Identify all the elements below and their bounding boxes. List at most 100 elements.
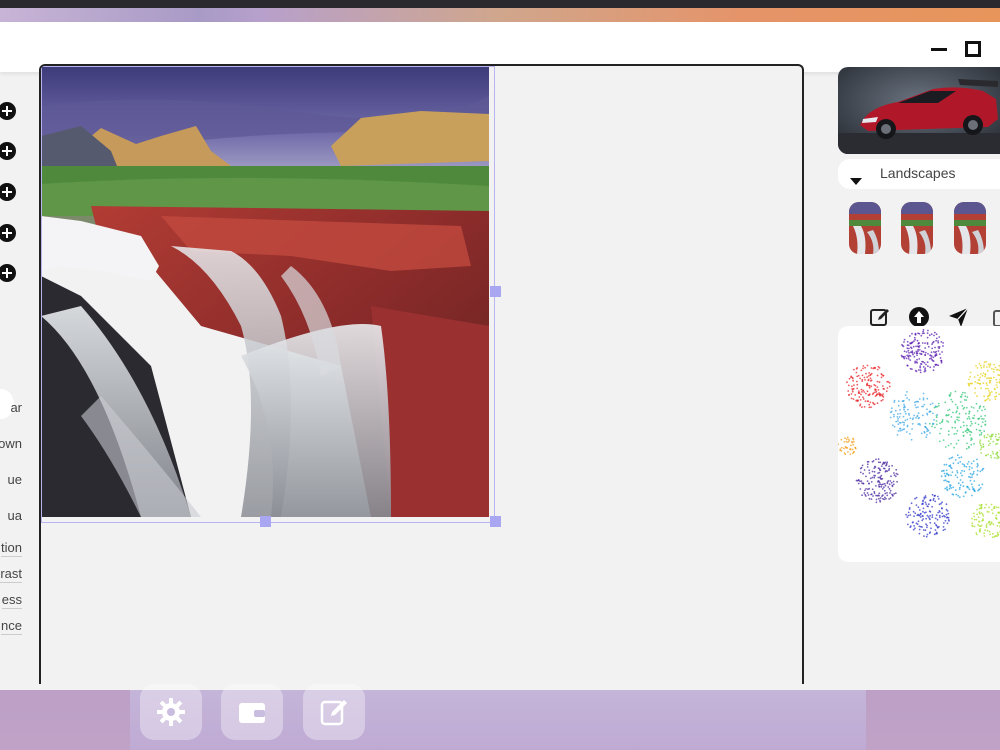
scatter-point	[853, 368, 855, 371]
scatter-point	[867, 400, 870, 403]
scatter-point	[969, 434, 972, 436]
right-panel: Landscapes	[838, 64, 1000, 684]
scatter-point	[863, 376, 866, 379]
scatter-point	[922, 515, 924, 517]
scatter-point	[980, 446, 983, 449]
scatter-point	[888, 382, 891, 384]
scatter-point	[846, 447, 849, 449]
scatter-point	[947, 421, 950, 423]
scatter-point	[866, 463, 869, 466]
scatter-point	[930, 333, 933, 336]
scatter-point	[978, 434, 981, 436]
resize-handle-bottom[interactable]	[260, 516, 271, 527]
scatter-point	[951, 426, 954, 429]
scatter-point	[860, 480, 863, 482]
add-icon[interactable]	[0, 183, 16, 201]
adjustment-label[interactable]: ar	[10, 400, 22, 415]
scatter-point	[890, 410, 893, 413]
scatter-point	[983, 366, 985, 368]
scatter-point	[995, 395, 998, 398]
scatter-point	[935, 514, 938, 516]
scatter-point	[978, 362, 981, 365]
scatter-point	[956, 418, 959, 421]
scatter-point	[877, 461, 880, 464]
scatter-point	[935, 339, 937, 342]
scatter-point	[856, 387, 859, 390]
waterfall-photo[interactable]	[41, 66, 489, 517]
scatter-point	[976, 367, 979, 369]
scatter-point	[858, 390, 860, 392]
scatter-point	[959, 426, 962, 429]
scatter-point	[928, 334, 931, 337]
style-thumbnail[interactable]	[838, 67, 1000, 154]
scatter-point	[866, 460, 869, 463]
scatter-point	[885, 469, 887, 472]
edit-icon[interactable]	[869, 306, 891, 328]
scatter-point	[922, 398, 925, 401]
minimize-button[interactable]	[928, 38, 950, 60]
variation-thumbnail[interactable]	[954, 202, 986, 254]
wallet-button[interactable]	[221, 684, 283, 740]
scatter-point	[984, 373, 987, 376]
scatter-point	[943, 472, 946, 475]
scatter-point	[906, 516, 909, 518]
scatter-point	[918, 358, 921, 360]
resize-handle-corner[interactable]	[490, 516, 501, 527]
send-icon[interactable]	[947, 306, 969, 328]
add-icon[interactable]	[0, 102, 16, 120]
scatter-point	[844, 445, 847, 448]
variation-thumbnail[interactable]	[849, 202, 881, 254]
scatter-point	[979, 487, 982, 489]
editor-canvas[interactable]	[39, 64, 804, 684]
scatter-point	[923, 430, 926, 433]
scatter-point	[959, 472, 962, 474]
scatter-point	[881, 463, 884, 466]
adjustment-label[interactable]: nce	[1, 618, 22, 635]
scatter-point	[875, 485, 877, 487]
scatter-point	[935, 333, 938, 336]
scatter-point	[882, 374, 885, 377]
scatter-point	[919, 516, 922, 518]
scatter-point	[899, 412, 902, 415]
calendar-icon[interactable]	[991, 306, 1000, 328]
category-select[interactable]: Landscapes	[838, 159, 1000, 189]
scatter-point	[896, 473, 899, 476]
scatter-point	[917, 520, 920, 523]
resize-handle-right[interactable]	[490, 286, 501, 297]
add-icon[interactable]	[0, 264, 16, 282]
scatter-point	[873, 490, 876, 493]
adjustment-label[interactable]: ess	[1, 592, 22, 609]
scatter-point	[989, 442, 991, 445]
scatter-point	[906, 344, 909, 347]
embedding-scatter-plot[interactable]	[838, 326, 1000, 562]
maximize-button[interactable]	[962, 38, 984, 60]
variation-thumbnail[interactable]	[901, 202, 933, 254]
scatter-point	[987, 363, 990, 366]
scatter-point	[957, 439, 960, 442]
upload-icon[interactable]	[908, 306, 930, 328]
scatter-point	[892, 495, 894, 497]
scatter-point	[911, 428, 913, 430]
scatter-point	[843, 447, 845, 450]
adjustment-label[interactable]: ua	[8, 508, 22, 523]
settings-button[interactable]	[140, 684, 202, 740]
scatter-point	[888, 465, 890, 468]
scatter-point	[940, 507, 943, 509]
scatter-point	[966, 463, 969, 465]
adjustment-label[interactable]: own	[0, 436, 22, 451]
scatter-point	[916, 354, 918, 356]
add-icon[interactable]	[0, 142, 16, 160]
add-icon[interactable]	[0, 224, 16, 242]
scatter-point	[946, 472, 948, 475]
scatter-point	[931, 425, 933, 428]
adjustment-label[interactable]: rast	[0, 566, 22, 583]
scatter-point	[957, 494, 959, 497]
scatter-point	[997, 506, 1000, 509]
landscape-image	[41, 66, 489, 517]
adjustment-label[interactable]: tion	[1, 540, 22, 557]
scatter-point	[948, 487, 951, 490]
adjustment-label[interactable]: ue	[8, 472, 22, 487]
edit-button[interactable]	[303, 684, 365, 740]
scatter-point	[916, 414, 919, 417]
scatter-point	[869, 401, 872, 404]
